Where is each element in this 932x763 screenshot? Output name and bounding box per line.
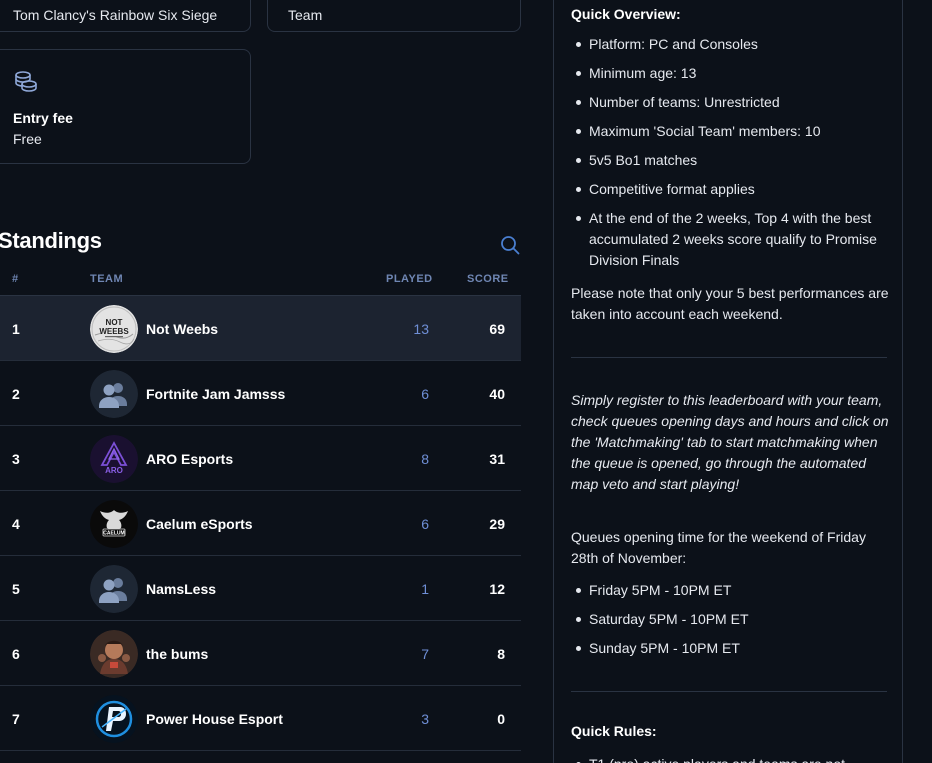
row-team-name[interactable]: Fortnite Jam Jamsss (146, 386, 285, 402)
list-item: Sunday 5PM - 10PM ET (571, 638, 891, 659)
svg-text:WEEBS: WEEBS (99, 327, 129, 336)
row-score: 69 (489, 321, 505, 337)
svg-text:CAELUM: CAELUM (103, 531, 124, 537)
row-played: 7 (421, 646, 429, 662)
rules-list: T1 (pro) active players and teams are no… (571, 754, 891, 763)
search-icon[interactable] (500, 235, 520, 255)
row-team-name[interactable]: Not Weebs (146, 321, 218, 337)
standings-title: Standings (0, 228, 102, 253)
entry-fee-label: Entry fee (13, 110, 73, 126)
row-team-name[interactable]: Caelum eSports (146, 516, 253, 532)
row-played: 13 (413, 321, 429, 337)
mode-card: Team (267, 0, 521, 32)
row-score: 0 (497, 711, 505, 727)
section-divider (571, 357, 887, 358)
aro-wordmark: ARO (105, 466, 123, 475)
list-item: Platform: PC and Consoles (571, 34, 891, 55)
best-performances-note: Please note that only your 5 best perfor… (571, 285, 889, 322)
game-name: Tom Clancy's Rainbow Six Siege (13, 7, 218, 23)
table-row[interactable]: 7 Power House Esport 3 0 (0, 686, 521, 751)
list-item: At the end of the 2 weeks, Top 4 with th… (571, 208, 891, 271)
mode-name: Team (288, 7, 323, 23)
column-header-score[interactable]: SCORE (467, 273, 509, 285)
power-house-logo (90, 695, 138, 743)
list-item: Minimum age: 13 (571, 63, 891, 84)
row-rank: 6 (12, 646, 20, 662)
row-team-name[interactable]: the bums (146, 646, 208, 662)
table-row[interactable]: 1 NOT WEEBS Not Weebs 13 69 (0, 296, 521, 361)
register-instructions: Simply register to this leaderboard with… (571, 392, 889, 492)
row-played: 6 (421, 516, 429, 532)
caelum-wordmark: CAELUM (103, 531, 124, 537)
the-bums-avatar (90, 630, 138, 678)
row-rank: 4 (12, 516, 20, 532)
column-header-rank: # (12, 273, 19, 285)
table-row[interactable]: 4 CAELUM Caelum eSports 6 29 (0, 491, 521, 556)
list-item: T1 (pro) active players and teams are no… (571, 754, 891, 763)
game-card: Tom Clancy's Rainbow Six Siege (0, 0, 251, 32)
row-rank: 2 (12, 386, 20, 402)
column-header-played[interactable]: PLAYED (386, 273, 433, 285)
table-row[interactable]: 6 the bums 7 8 (0, 621, 521, 686)
list-item: Competitive format applies (571, 179, 891, 200)
queue-times-list: Friday 5PM - 10PM ET Saturday 5PM - 10PM… (571, 580, 891, 667)
column-header-team[interactable]: TEAM (90, 273, 123, 285)
quick-overview-heading: Quick Overview: (571, 6, 681, 22)
caelum-logo: CAELUM (90, 500, 138, 548)
overview-list: Platform: PC and Consoles Minimum age: 1… (571, 34, 891, 279)
entry-fee-value: Free (13, 131, 42, 147)
row-rank: 5 (12, 581, 20, 597)
aro-logo: ARO (90, 435, 138, 483)
coins-icon (15, 71, 37, 92)
list-item: Saturday 5PM - 10PM ET (571, 609, 891, 630)
section-divider (571, 691, 887, 692)
row-played: 8 (421, 451, 429, 467)
row-played: 3 (421, 711, 429, 727)
row-score: 31 (489, 451, 505, 467)
row-team-name[interactable]: Power House Esport (146, 711, 283, 727)
queues-intro: Queues opening time for the weekend of F… (571, 529, 866, 566)
list-item: Number of teams: Unrestricted (571, 92, 891, 113)
row-rank: 7 (12, 711, 20, 727)
default-team-icon (90, 370, 138, 418)
entry-fee-card: Entry fee Free (0, 49, 251, 164)
row-team-name[interactable]: NamsLess (146, 581, 216, 597)
row-rank: 3 (12, 451, 20, 467)
row-team-name[interactable]: ARO Esports (146, 451, 233, 467)
not-weebs-logo: NOT WEEBS (90, 305, 138, 353)
row-played: 1 (421, 581, 429, 597)
row-score: 40 (489, 386, 505, 402)
row-score: 8 (497, 646, 505, 662)
svg-text:NOT: NOT (106, 318, 123, 327)
list-item: Maximum 'Social Team' members: 10 (571, 121, 891, 142)
tournament-info-panel: Quick Overview: Platform: PC and Console… (553, 0, 903, 763)
table-row[interactable]: 5 NamsLess 1 12 (0, 556, 521, 621)
row-rank: 1 (12, 321, 20, 337)
default-team-icon (90, 565, 138, 613)
row-played: 6 (421, 386, 429, 402)
list-item: Friday 5PM - 10PM ET (571, 580, 891, 601)
table-row[interactable]: 3 ARO ARO Esports 8 31 (0, 426, 521, 491)
row-score: 12 (489, 581, 505, 597)
table-row[interactable]: 2 Fortnite Jam Jamsss 6 40 (0, 361, 521, 426)
svg-text:ARO: ARO (105, 466, 123, 475)
row-score: 29 (489, 516, 505, 532)
list-item: 5v5 Bo1 matches (571, 150, 891, 171)
quick-rules-heading: Quick Rules: (571, 723, 657, 739)
